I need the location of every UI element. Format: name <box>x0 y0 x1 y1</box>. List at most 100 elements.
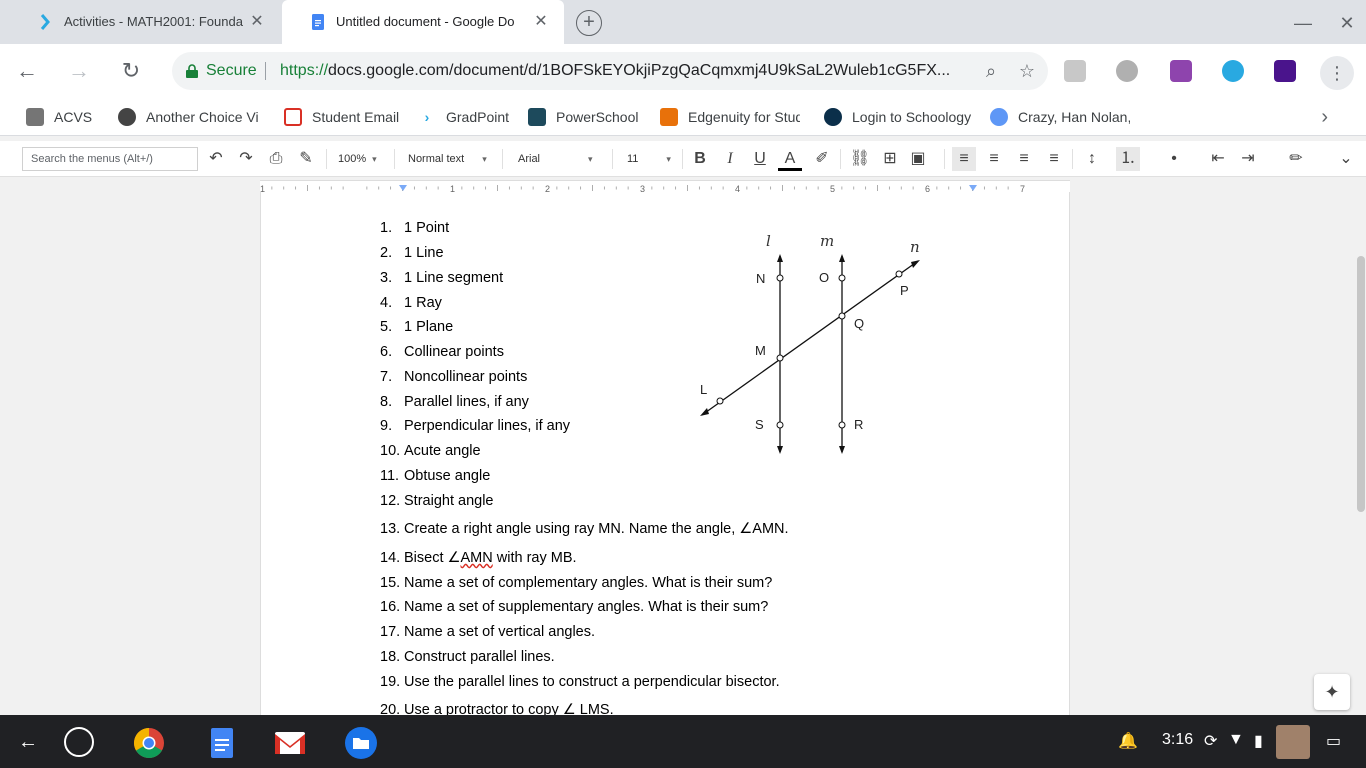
menu-icon[interactable]: ⋮ <box>1320 56 1354 90</box>
scrollbar-thumb[interactable] <box>1357 256 1365 512</box>
undo-icon[interactable]: ↶ <box>204 147 228 171</box>
list-item[interactable]: 4. 1 Ray <box>380 295 442 311</box>
list-number: 2. <box>380 245 393 261</box>
list-item[interactable]: 19. Use the parallel lines to construct a… <box>380 674 780 690</box>
close-icon[interactable]: ✕ <box>532 13 550 31</box>
files-app-icon[interactable] <box>345 727 377 759</box>
print-icon[interactable]: ⎙ <box>264 147 288 171</box>
style-select[interactable]: Normal text ▾ <box>408 147 487 171</box>
list-item[interactable]: 13. Create a right angle using ray MN. Na… <box>380 521 789 537</box>
highlight-icon[interactable]: ✐ <box>810 147 834 171</box>
text-color-button[interactable]: A <box>778 147 802 171</box>
address-bar[interactable]: Secure https://docs.google.com/document/… <box>172 52 1048 90</box>
star-icon[interactable]: ☆ <box>1016 60 1038 82</box>
list-item[interactable]: 10. Acute angle <box>380 443 481 459</box>
list-item[interactable]: 2. 1 Line <box>380 245 444 261</box>
window-close-icon[interactable]: ✕ <box>1334 10 1360 36</box>
justify-icon[interactable]: ≡ <box>1042 147 1066 171</box>
sync-icon[interactable]: ⟳ <box>1204 731 1217 751</box>
explore-icon[interactable]: ✦ <box>1314 674 1350 710</box>
italic-button[interactable]: I <box>718 147 742 171</box>
extension-icon[interactable] <box>1116 60 1138 82</box>
align-left-icon[interactable]: ≡ <box>952 147 976 171</box>
bookmark-student-email[interactable]: Student Email <box>284 98 399 136</box>
chrome-icon[interactable] <box>133 727 165 759</box>
list-item[interactable]: 3. 1 Line segment <box>380 270 503 286</box>
line-spacing-icon[interactable]: ↕ <box>1080 147 1104 171</box>
list-item[interactable]: 5. 1 Plane <box>380 319 453 335</box>
bold-button[interactable]: B <box>688 147 712 171</box>
paint-format-icon[interactable]: ✎ <box>294 147 318 171</box>
url-text[interactable]: https://docs.google.com/document/d/1BOFS… <box>280 62 980 80</box>
list-item[interactable]: 11. Obtuse angle <box>380 468 490 484</box>
forward-icon[interactable]: → <box>66 58 92 84</box>
chevron-right-icon[interactable]: › <box>1321 106 1328 129</box>
extension-icon[interactable] <box>1170 60 1192 82</box>
redo-icon[interactable]: ↷ <box>234 147 258 171</box>
gmail-app-icon[interactable] <box>274 727 306 759</box>
list-item[interactable]: 16. Name a set of supplementary angles. W… <box>380 599 768 615</box>
menu-search-input[interactable]: Search the menus (Alt+/) <box>22 147 198 171</box>
minimize-icon[interactable]: — <box>1290 10 1316 36</box>
zoom-select[interactable]: 100% ▾ <box>338 147 377 171</box>
numbered-list-icon[interactable]: ⒈ <box>1116 147 1140 171</box>
decrease-indent-icon[interactable]: ⇤ <box>1206 147 1230 171</box>
list-item[interactable]: 17. Name a set of vertical angles. <box>380 624 595 640</box>
line-n <box>701 260 919 416</box>
spellcheck-underline[interactable]: AMN <box>461 550 493 566</box>
extension-icon[interactable] <box>1222 60 1244 82</box>
bookmark-another-choice[interactable]: Another Choice Vir <box>118 98 258 136</box>
tab-activities[interactable]: Activities - MATH2001: Founda ✕ <box>10 0 280 44</box>
increase-indent-icon[interactable]: ⇥ <box>1236 147 1260 171</box>
launcher-icon[interactable] <box>64 727 94 757</box>
tab-untitled-document[interactable]: Untitled document - Google Do ✕ <box>282 0 564 44</box>
extension-icon[interactable] <box>1064 60 1086 82</box>
chevron-down-icon[interactable]: ⌄ <box>1334 147 1358 171</box>
list-number: 10. <box>380 443 401 459</box>
ruler-bar[interactable]: 11234567 <box>260 180 1070 194</box>
bulleted-list-icon[interactable]: • <box>1162 147 1186 171</box>
list-item-text: 1 Line segment <box>404 270 504 286</box>
extension-icon[interactable] <box>1274 60 1296 82</box>
reload-icon[interactable]: ↻ <box>118 58 144 84</box>
bookmark-powerschool[interactable]: PowerSchool <box>528 98 639 136</box>
avatar[interactable] <box>1276 725 1310 759</box>
list-item[interactable]: 15. Name a set of complementary angles. W… <box>380 575 772 591</box>
bookmark-edgenuity[interactable]: Edgenuity for Stud <box>660 98 800 136</box>
docs-icon <box>312 14 324 30</box>
battery-icon[interactable]: ▮ <box>1254 731 1263 751</box>
wifi-icon[interactable]: ▼ <box>1228 731 1244 749</box>
close-icon[interactable]: ✕ <box>248 13 266 31</box>
docs-app-icon[interactable] <box>206 727 238 759</box>
scrollbar[interactable] <box>1356 192 1366 715</box>
list-item[interactable]: 7. Noncollinear points <box>380 369 527 385</box>
list-item[interactable]: 1. 1 Point <box>380 220 449 236</box>
font-select[interactable]: Arial ▾ <box>518 147 593 171</box>
zoom-icon[interactable]: ⌕ <box>980 60 1002 82</box>
back-icon[interactable]: ← <box>18 731 38 754</box>
underline-button[interactable]: U <box>748 147 772 171</box>
font-size-select[interactable]: 11 ▾ <box>627 147 671 171</box>
image-icon[interactable]: ▣ <box>906 147 930 171</box>
bookmark-crazy[interactable]: Crazy, Han Nolan, I <box>990 98 1130 136</box>
align-right-icon[interactable]: ≡ <box>1012 147 1036 171</box>
list-item[interactable]: 14. Bisect ∠AMN with ray MB. <box>380 550 577 566</box>
new-tab-button[interactable]: + <box>576 10 602 36</box>
list-item[interactable]: 6. Collinear points <box>380 344 504 360</box>
bookmark-schoology[interactable]: Login to Schoology <box>824 98 971 136</box>
editing-mode-icon[interactable]: ✏ <box>1284 147 1308 171</box>
link-icon[interactable]: ⛓ <box>848 147 872 171</box>
notification-icon[interactable]: 🔔 <box>1118 731 1138 751</box>
clock[interactable]: 3:16 <box>1162 731 1193 749</box>
list-item[interactable]: 12. Straight angle <box>380 493 493 509</box>
list-item[interactable]: 18. Construct parallel lines. <box>380 649 555 665</box>
back-icon[interactable]: ← <box>14 58 40 84</box>
overview-icon[interactable]: ▭ <box>1326 731 1341 751</box>
bookmark-gradpoint[interactable]: › GradPoint <box>418 98 509 136</box>
list-item[interactable]: 9. Perpendicular lines, if any <box>380 418 570 434</box>
align-center-icon[interactable]: ≡ <box>982 147 1006 171</box>
list-item-text: Use the parallel lines to construct a pe… <box>404 674 780 690</box>
bookmark-acvs[interactable]: ACVS <box>26 98 92 136</box>
comment-icon[interactable]: ⊞ <box>878 147 902 171</box>
list-item[interactable]: 8. Parallel lines, if any <box>380 394 529 410</box>
